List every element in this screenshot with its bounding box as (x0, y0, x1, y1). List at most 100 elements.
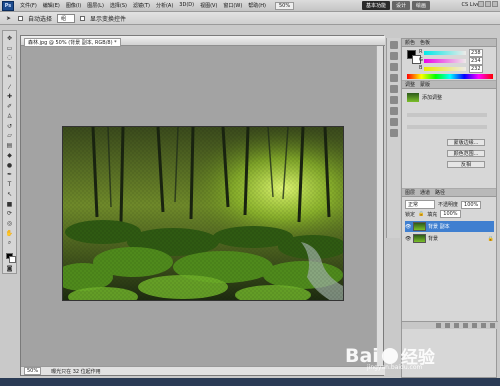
delete-layer-icon[interactable] (490, 323, 495, 328)
actions-panel-icon[interactable] (389, 52, 398, 60)
pen-icon[interactable]: ✒ (5, 171, 14, 180)
menu-3d[interactable]: 3D(D) (176, 2, 197, 9)
gradient-icon[interactable]: ▤ (5, 141, 14, 150)
tab-color[interactable]: 颜色 (405, 39, 415, 46)
navigator-panel-icon[interactable] (389, 129, 398, 137)
paragraph-panel-icon[interactable] (389, 96, 398, 104)
character-panel-icon[interactable] (389, 85, 398, 93)
auto-select-target[interactable]: 组 (57, 13, 76, 23)
lock-icon[interactable]: 🔒 (418, 211, 424, 217)
menu-image[interactable]: 图像(I) (63, 2, 84, 9)
hand-icon[interactable]: ✋ (5, 229, 14, 238)
mask-edge-button[interactable]: 蒙版边缘... (447, 139, 485, 146)
auto-select-label: 自动选择 (28, 15, 53, 23)
slider-g[interactable]: G 234 (419, 57, 483, 65)
baidu-watermark: Bai 经验 jingyan.baidu.com (345, 343, 435, 372)
color-range-button[interactable]: 颜色范围... (447, 150, 485, 157)
menu-select[interactable]: 选择(S) (107, 2, 130, 9)
healing-brush-icon[interactable]: ✚ (5, 93, 14, 102)
tab-paths[interactable]: 路径 (435, 189, 445, 196)
3d-panel-icon[interactable] (389, 118, 398, 126)
tab-channels[interactable]: 通道 (420, 189, 430, 196)
fill-field[interactable]: 100% (440, 210, 461, 218)
eyedropper-icon[interactable]: ⁄ (5, 83, 14, 92)
slider-g-bar[interactable] (424, 59, 466, 63)
density-slider[interactable] (407, 113, 487, 117)
slider-r[interactable]: R 238 (419, 49, 483, 57)
new-layer-icon[interactable] (481, 323, 486, 328)
vertical-scrollbar[interactable] (376, 46, 383, 368)
menu-file[interactable]: 文件(F) (17, 2, 40, 9)
auto-select-checkbox[interactable] (18, 15, 23, 21)
feather-slider[interactable] (407, 125, 487, 129)
slider-b[interactable]: B 232 (419, 65, 483, 73)
transform-controls-checkbox[interactable] (80, 15, 86, 21)
opacity-field[interactable]: 100% (461, 200, 482, 209)
layer-row-background[interactable]: 👁 背景 🔒 (405, 233, 494, 244)
blend-mode-row: 正常 不透明度 100% (405, 200, 482, 209)
slider-g-value[interactable]: 234 (469, 57, 483, 65)
quick-mask-icon[interactable]: ◙ (5, 264, 14, 273)
menu-filter[interactable]: 滤镜(T) (130, 2, 153, 9)
document-tab[interactable]: 森林.jpg @ 50% (背景 副本, RGB/8) * (24, 38, 121, 47)
brush-panel-icon[interactable] (389, 63, 398, 71)
link-layers-icon[interactable] (436, 323, 441, 328)
invert-button[interactable]: 反相 (447, 161, 485, 168)
background-color-swatch[interactable] (8, 256, 16, 264)
add-mask-icon[interactable] (454, 323, 459, 328)
path-select-icon[interactable]: ↖ (5, 190, 14, 199)
brush-icon[interactable]: ✐ (5, 102, 14, 111)
zoom-icon[interactable]: ⌕ (5, 239, 14, 248)
zoom-level[interactable]: 50% (274, 1, 295, 10)
eraser-icon[interactable]: ▱ (5, 132, 14, 141)
new-group-icon[interactable] (472, 323, 477, 328)
slider-b-bar[interactable] (424, 67, 466, 71)
move-tool-icon[interactable]: ➤ (4, 14, 13, 23)
status-zoom[interactable]: 50% (24, 367, 42, 375)
history-brush-icon[interactable]: ↺ (5, 122, 14, 131)
clone-stamp-icon[interactable]: ♙ (5, 112, 14, 121)
tab-layers[interactable]: 图层 (405, 189, 415, 196)
minimize-icon[interactable] (478, 1, 484, 7)
quick-select-icon[interactable]: ✎ (5, 63, 14, 72)
blend-mode-select[interactable]: 正常 (405, 200, 435, 209)
visibility-eye-icon[interactable]: 👁 (405, 236, 411, 242)
tab-adjustments[interactable]: 调整 (405, 81, 415, 88)
marquee-icon[interactable]: ▭ (5, 44, 14, 53)
lasso-icon[interactable]: ◌ (5, 54, 14, 63)
color-spectrum-bar[interactable] (407, 74, 493, 79)
menu-view[interactable]: 视图(V) (197, 2, 220, 9)
menu-help[interactable]: 帮助(H) (245, 2, 269, 9)
workspace-painting[interactable]: 绘画 (411, 1, 430, 10)
maximize-icon[interactable] (485, 1, 491, 7)
photoshop-window: Ps 文件(F) 编辑(E) 图像(I) 图层(L) 选择(S) 滤镜(T) 分… (0, 0, 500, 386)
image-canvas[interactable] (62, 126, 344, 301)
workspace-essentials[interactable]: 基本功能 (361, 1, 390, 10)
workspace-design[interactable]: 设计 (391, 1, 410, 10)
slider-r-value[interactable]: 238 (469, 49, 483, 57)
menu-edit[interactable]: 编辑(E) (40, 2, 63, 9)
shape-icon[interactable]: ■ (5, 200, 14, 209)
tab-masks[interactable]: 蒙版 (420, 81, 430, 88)
visibility-eye-icon[interactable]: 👁 (405, 224, 411, 230)
history-panel-icon[interactable] (389, 41, 398, 49)
close-icon[interactable] (492, 1, 498, 7)
3d-rotate-icon[interactable]: ⟳ (5, 210, 14, 219)
dodge-icon[interactable]: ● (5, 161, 14, 170)
layer-row-background-copy[interactable]: 👁 背景 副本 (405, 221, 494, 232)
menu-analysis[interactable]: 分析(A) (153, 2, 176, 9)
slider-b-value[interactable]: 232 (469, 65, 483, 73)
crop-icon[interactable]: ⌗ (5, 73, 14, 82)
adjustment-layer-icon[interactable] (463, 323, 468, 328)
move-icon[interactable]: ✥ (5, 34, 14, 43)
info-panel-icon[interactable] (389, 107, 398, 115)
menu-window[interactable]: 窗口(W) (220, 2, 245, 9)
blur-icon[interactable]: ◆ (5, 151, 14, 160)
slider-r-bar[interactable] (424, 51, 466, 55)
tab-swatches[interactable]: 色板 (420, 39, 430, 46)
type-icon[interactable]: T (5, 180, 14, 189)
layer-style-icon[interactable] (445, 323, 450, 328)
menu-layer[interactable]: 图层(L) (84, 2, 107, 9)
3d-camera-icon[interactable]: ◎ (5, 219, 14, 228)
clone-source-icon[interactable] (389, 74, 398, 82)
